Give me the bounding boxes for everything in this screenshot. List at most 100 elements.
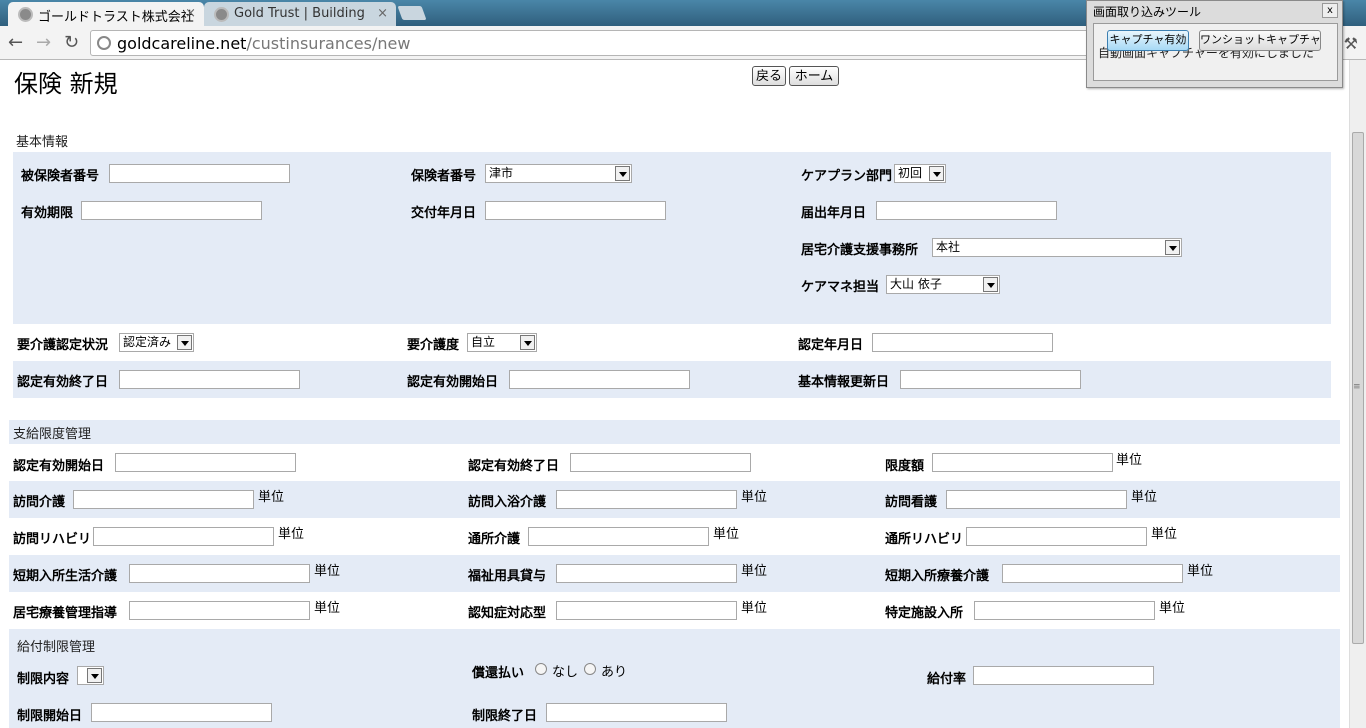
restriction-start-label: 制限開始日 [17,709,83,724]
globe-icon [18,7,33,22]
day-rehab-input[interactable] [966,527,1147,546]
pl-cert-end-input[interactable] [570,453,751,472]
globe-icon [214,7,229,22]
section-basic-info: 基本情報 [16,135,69,150]
care-level-label: 要介護度 [407,338,460,353]
dementia-care-input[interactable] [556,601,737,620]
browser-tab-active[interactable]: ゴールドトラスト株式会社 × [8,2,204,26]
issue-date-label: 交付年月日 [411,206,477,221]
certification-date-label: 認定年月日 [798,338,864,353]
cert-valid-end-input[interactable] [119,370,300,389]
chevron-down-icon [929,166,944,181]
page-icon [97,36,111,50]
chevron-down-icon [983,277,998,292]
certification-date-input[interactable] [872,333,1053,352]
unit-label: 単位 [741,490,768,505]
reload-icon[interactable]: ↻ [64,32,79,53]
grip-icon: ≡ [1353,382,1361,392]
capture-enable-button[interactable]: キャプチャ有効 [1107,30,1189,51]
care-level-value: 自立 [471,335,496,349]
home-care-office-select[interactable]: 本社 [932,238,1182,257]
home-visit-rehab-input[interactable] [93,527,274,546]
certification-status-value: 認定済み [123,335,172,349]
insured-number-input[interactable] [109,164,290,183]
back-arrow-icon[interactable]: ← [8,32,23,53]
unit-label: 単位 [1131,490,1158,505]
unit-label: 単位 [258,490,285,505]
basic-info-update-input[interactable] [900,370,1081,389]
reimbursement-yes-label: あり [601,665,628,680]
cert-valid-start-label: 認定有効開始日 [407,375,499,390]
valid-until-input[interactable] [81,201,262,220]
specified-facility-input[interactable] [974,601,1155,620]
welfare-equipment-input[interactable] [556,564,737,583]
short-stay-life-input[interactable] [129,564,310,583]
benefit-rate-label: 給付率 [927,672,967,687]
limit-amount-label: 限度額 [885,459,925,474]
short-stay-medical-label: 短期入所療養介護 [885,569,990,584]
section-payment-limit: 支給限度管理 [13,427,92,442]
unit-label: 単位 [1116,453,1143,468]
certification-status-select[interactable]: 認定済み [119,333,194,352]
day-care-label: 通所介護 [468,532,521,547]
day-care-input[interactable] [528,527,709,546]
filing-date-label: 届出年月日 [801,206,867,221]
unit-label: 単位 [314,601,341,616]
careplan-dept-select[interactable]: 初回 [894,164,946,183]
payment-limit-header-band [9,420,1340,444]
pl-cert-start-label: 認定有効開始日 [13,459,105,474]
care-level-select[interactable]: 自立 [467,333,537,352]
insured-number-label: 被保険者番号 [21,169,100,184]
unit-label: 単位 [1159,601,1186,616]
benefit-rate-input[interactable] [973,666,1154,685]
home-visit-care-label: 訪問介護 [13,495,66,510]
home-medical-guidance-input[interactable] [129,601,310,620]
unit-label: 単位 [713,527,740,542]
browser-tab[interactable]: Gold Trust | Building × [204,2,396,26]
pl-cert-start-input[interactable] [115,453,296,472]
cert-valid-start-input[interactable] [509,370,690,389]
insurer-number-label: 保険者番号 [411,169,477,184]
tab-close-icon[interactable]: × [377,6,388,21]
tab-close-icon[interactable]: × [185,6,196,21]
filing-date-input[interactable] [876,201,1057,220]
limit-amount-input[interactable] [932,453,1113,472]
insurer-number-select[interactable]: 津市 [485,164,632,183]
home-button[interactable]: ホーム [789,66,839,86]
home-visit-nursing-label: 訪問看護 [885,495,938,510]
unit-label: 単位 [741,601,768,616]
cert-valid-end-label: 認定有効終了日 [17,375,109,390]
home-medical-guidance-label: 居宅療養管理指導 [13,606,118,621]
care-manager-value: 大山 依子 [890,277,942,291]
oneshot-capture-button[interactable]: ワンショットキャプチャ [1199,30,1321,51]
reimbursement-none-radio[interactable] [535,663,547,675]
short-stay-life-label: 短期入所生活介護 [13,569,118,584]
issue-date-input[interactable] [485,201,666,220]
vertical-scrollbar[interactable]: ≡ [1349,60,1366,728]
chevron-down-icon [615,166,630,181]
home-visit-nursing-input[interactable] [946,490,1127,509]
home-visit-rehab-label: 訪問リハビリ [13,532,92,547]
back-button[interactable]: 戻る [752,66,787,86]
basic-info-update-label: 基本情報更新日 [798,375,890,390]
restriction-end-input[interactable] [546,703,727,722]
chevron-down-icon [87,668,102,683]
unit-label: 単位 [278,527,305,542]
home-visit-care-input[interactable] [73,490,254,509]
unit-label: 単位 [741,564,768,579]
reimbursement-yes-radio[interactable] [584,663,596,675]
short-stay-medical-input[interactable] [1002,564,1183,583]
valid-until-label: 有効期限 [21,206,74,221]
wrench-icon[interactable]: ⚒ [1344,34,1358,53]
new-tab-button[interactable] [397,6,427,20]
restriction-select[interactable] [77,666,104,685]
restriction-start-input[interactable] [91,703,272,722]
capture-close-button[interactable]: x [1322,3,1338,18]
care-manager-select[interactable]: 大山 依子 [886,275,1000,294]
forward-arrow-icon[interactable]: → [36,32,51,53]
specified-facility-label: 特定施設入所 [885,606,964,621]
insurer-number-value: 津市 [489,166,514,180]
home-visit-bath-input[interactable] [556,490,737,509]
capture-tool-panel: 自動画面キャプチャーを有効にしました キャプチャ有効 ワンショットキャプチャ [1093,23,1338,81]
home-care-office-value: 本社 [936,240,961,254]
